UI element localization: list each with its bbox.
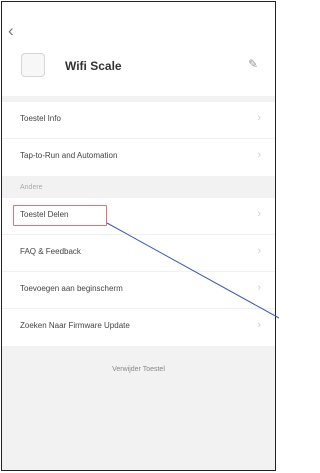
phone-screen: ‹ Wifi Scale ✎ Toestel Info › Tap-to-Run…: [1, 1, 276, 471]
menu-item-label: Zoeken Naar Firmware Update: [20, 321, 130, 330]
settings-group-device: Toestel Info › Tap-to-Run and Automation…: [2, 102, 275, 176]
chevron-right-icon: ›: [257, 245, 261, 257]
menu-item-tap-to-run[interactable]: Tap-to-Run and Automation ›: [2, 139, 275, 176]
menu-item-add-to-homescreen[interactable]: Toevoegen aan beginscherm ›: [2, 272, 275, 309]
menu-item-faq-feedback[interactable]: FAQ & Feedback ›: [2, 235, 275, 272]
menu-item-label: FAQ & Feedback: [20, 247, 81, 256]
menu-item-label: Tap-to-Run and Automation: [20, 151, 118, 160]
device-name: Wifi Scale: [65, 59, 122, 73]
menu-item-device-info[interactable]: Toestel Info ›: [2, 102, 275, 139]
chevron-right-icon: ›: [257, 208, 261, 220]
section-header-other: Andere: [20, 184, 43, 191]
back-chevron-icon[interactable]: ‹: [8, 22, 14, 39]
menu-item-label: Toevoegen aan beginscherm: [20, 284, 123, 293]
device-thumbnail: [21, 53, 45, 77]
highlight-box: [13, 205, 107, 226]
menu-item-firmware-update[interactable]: Zoeken Naar Firmware Update ›: [2, 309, 275, 346]
chevron-right-icon: ›: [257, 112, 261, 124]
chevron-right-icon: ›: [257, 149, 261, 161]
menu-item-label: Toestel Info: [20, 114, 61, 123]
chevron-right-icon: ›: [257, 282, 261, 294]
remove-device-button[interactable]: Verwijder Toestel: [2, 366, 275, 373]
chevron-right-icon: ›: [257, 319, 261, 331]
edit-pencil-icon[interactable]: ✎: [248, 57, 258, 71]
device-header: ‹ Wifi Scale ✎: [2, 2, 275, 96]
